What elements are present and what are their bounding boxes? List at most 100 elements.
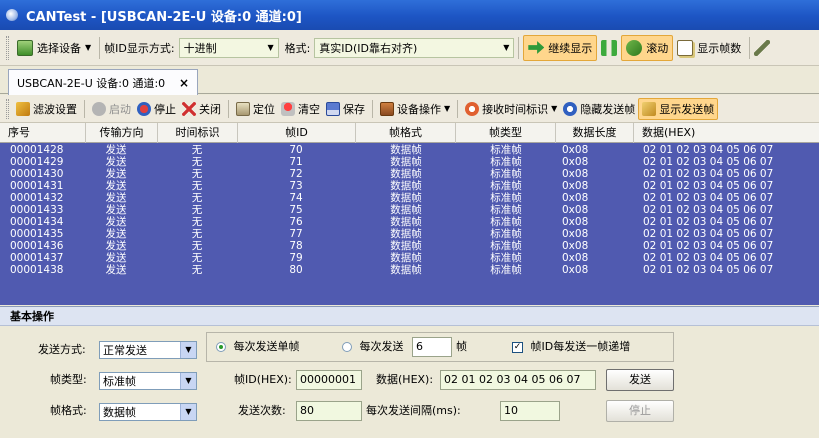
show-send-frames-button[interactable]: 显示发送帧 (638, 97, 719, 120)
table-row[interactable]: 00001431 发送 无 73 数据帧 标准帧 0x08 02 01 02 03 04 05… (0, 180, 819, 192)
cell-time: 无 (191, 240, 203, 252)
start-button[interactable]: 启动 (89, 98, 134, 120)
table-row[interactable]: 00001429 发送 无 71 数据帧 标准帧 0x08 02 01 02 03 04 05… (0, 156, 819, 168)
cell-index: 00001438 (10, 264, 64, 276)
send-mode-select[interactable]: 正常发送 ▼ (99, 341, 197, 359)
column-header-data[interactable]: 数据(HEX) (634, 123, 819, 143)
app-icon[interactable] (6, 9, 18, 21)
table-row[interactable]: 00001432 发送 无 74 数据帧 标准帧 0x08 02 01 02 03 04 05… (0, 192, 819, 204)
data-hex-input[interactable]: 02 01 02 03 04 05 06 07 (440, 370, 596, 390)
cell-data: 02 01 02 03 04 05 06 07 (643, 204, 774, 216)
frame-format-select[interactable]: 数据帧 ▼ (99, 403, 197, 421)
cell-frame-format: 数据帧 (390, 264, 422, 276)
send-count-input[interactable]: 80 (296, 401, 362, 421)
multi-frame-unit-label: 帧 (456, 340, 467, 353)
column-header-index[interactable]: 序号 (0, 123, 86, 143)
close-icon[interactable]: × (179, 76, 189, 90)
table-row[interactable]: 00001435 发送 无 77 数据帧 标准帧 0x08 02 01 02 03 04 05… (0, 228, 819, 240)
column-header-time[interactable]: 时间标识 (158, 123, 238, 143)
title-bar: CANTest - [USBCAN-2E-U 设备:0 通道:0] (0, 0, 819, 30)
table-row[interactable]: 00001438 发送 无 80 数据帧 标准帧 0x08 02 01 02 03 04 05… (0, 264, 819, 276)
cell-frame-format: 数据帧 (390, 252, 422, 264)
table-row[interactable]: 00001430 发送 无 72 数据帧 标准帧 0x08 02 01 02 03 04 05… (0, 168, 819, 180)
send-button[interactable]: 发送 (606, 369, 674, 391)
cell-frame-format: 数据帧 (390, 240, 422, 252)
hide-icon (563, 101, 578, 116)
chevron-down-icon: ▼ (267, 43, 274, 52)
scroll-button[interactable]: 滚动 (621, 34, 674, 61)
format-label: 格式: (284, 41, 311, 55)
dropdown-arrow-icon: ▼ (85, 43, 92, 52)
table-body: 00001428 发送无 70 数据帧 标准帧 0x08 02 01 02 03 04 05… (0, 144, 819, 276)
pencil-icon[interactable] (754, 39, 771, 56)
table-row[interactable]: 00001436 发送 无 78 数据帧 标准帧 0x08 02 01 02 03 04 05… (0, 240, 819, 252)
toolbar-separator (372, 99, 373, 118)
arrow-right-icon (528, 41, 545, 54)
filter-settings-button[interactable]: 滤波设置 (13, 98, 80, 120)
scroll-icon (626, 39, 643, 56)
cell-data-length: 0x08 (562, 264, 589, 276)
toolbar-separator (228, 99, 229, 118)
toolbar-grip[interactable] (6, 35, 9, 60)
multi-frame-count-input[interactable]: 6 (412, 337, 452, 357)
stop-button[interactable]: 停止 (134, 98, 179, 120)
multi-frame-option[interactable]: 每次发送 (342, 337, 404, 357)
radio-checked-icon (216, 342, 226, 352)
cell-index: 00001433 (10, 204, 64, 216)
start-icon (92, 101, 106, 116)
cell-time: 无 (191, 180, 203, 192)
column-header-frame-id[interactable]: 帧ID (238, 123, 356, 143)
dropdown-arrow-icon: ▼ (444, 104, 451, 113)
cell-data: 02 01 02 03 04 05 06 07 (643, 180, 774, 192)
close-device-button[interactable]: 关闭 (179, 98, 224, 120)
message-table[interactable]: 序号 传输方向 时间标识 帧ID 帧格式 帧类型 数据长度 数据(HEX) 00… (0, 123, 819, 305)
select-device-button[interactable]: 选择设备 ▼ (13, 35, 95, 61)
clear-button[interactable]: 清空 (278, 98, 323, 120)
continue-display-button[interactable]: 继续显示 (523, 34, 598, 61)
column-header-data-length[interactable]: 数据长度 (556, 123, 634, 143)
table-row[interactable]: 00001428 发送 无 70 数据帧 标准帧 0x08 02 01 02 03 04 05… (0, 144, 819, 156)
toolbar-grip[interactable] (6, 98, 9, 119)
save-button[interactable]: 保存 (323, 98, 368, 120)
table-row[interactable]: 00001437 发送 无 79 数据帧 标准帧 0x08 02 01 02 03 04 05… (0, 252, 819, 264)
send-mode-label: 发送方式: (38, 343, 86, 356)
cell-frame-format: 数据帧 (390, 180, 422, 192)
cell-data-length: 0x08 (562, 180, 589, 192)
cell-frame-type: 标准帧 (490, 240, 522, 252)
cell-frame-format: 数据帧 (390, 216, 422, 228)
document-icon (677, 39, 694, 56)
recv-time-flag-button[interactable]: 接收时间标识 ▼ (462, 98, 560, 120)
column-header-direction[interactable]: 传输方向 (86, 123, 158, 143)
frame-id-format-select[interactable]: 十进制 ▼ (178, 37, 279, 58)
id-increment-checkbox[interactable]: ✓ 帧ID每发送一帧递增 (512, 337, 630, 357)
pause-button[interactable] (597, 35, 621, 61)
cell-direction: 发送 (105, 228, 127, 240)
single-frame-option[interactable]: 每次发送单帧 (216, 337, 300, 357)
locate-button[interactable]: 定位 (233, 98, 278, 120)
cell-time: 无 (191, 216, 203, 228)
hide-send-frames-button[interactable]: 隐藏发送帧 (560, 98, 638, 120)
clear-icon (281, 101, 295, 116)
column-header-frame-type[interactable]: 帧类型 (456, 123, 556, 143)
show-frame-count-button[interactable]: 显示帧数 (673, 35, 745, 61)
cell-direction: 发送 (105, 240, 127, 252)
stop-send-button[interactable]: 停止 (606, 400, 674, 422)
device-ops-button[interactable]: 设备操作 ▼ (377, 98, 453, 120)
cell-data-length: 0x08 (562, 204, 589, 216)
interval-input[interactable]: 10 (500, 401, 560, 421)
cell-time: 无 (191, 156, 203, 168)
cell-frame-type: 标准帧 (490, 204, 522, 216)
column-header-frame-format[interactable]: 帧格式 (356, 123, 456, 143)
table-row[interactable]: 00001434 发送 无 76 数据帧 标准帧 0x08 02 01 02 03 04 05… (0, 216, 819, 228)
table-row[interactable]: 00001433 发送 无 75 数据帧 标准帧 0x08 02 01 02 03 04 05… (0, 204, 819, 216)
chevron-down-icon: ▼ (180, 373, 196, 389)
frame-type-select[interactable]: 标准帧 ▼ (99, 372, 197, 390)
cell-time: 无 (191, 228, 203, 240)
format-select[interactable]: 真实ID(ID靠右对齐) ▼ (314, 37, 515, 58)
cell-data: 02 01 02 03 04 05 06 07 (643, 240, 774, 252)
cell-time: 无 (191, 168, 203, 180)
cell-data-length: 0x08 (562, 192, 589, 204)
cell-direction: 发送 (105, 180, 127, 192)
tab-channel-0[interactable]: USBCAN-2E-U 设备:0 通道:0 × (8, 69, 198, 95)
frame-id-input[interactable]: 00000001 (296, 370, 362, 390)
